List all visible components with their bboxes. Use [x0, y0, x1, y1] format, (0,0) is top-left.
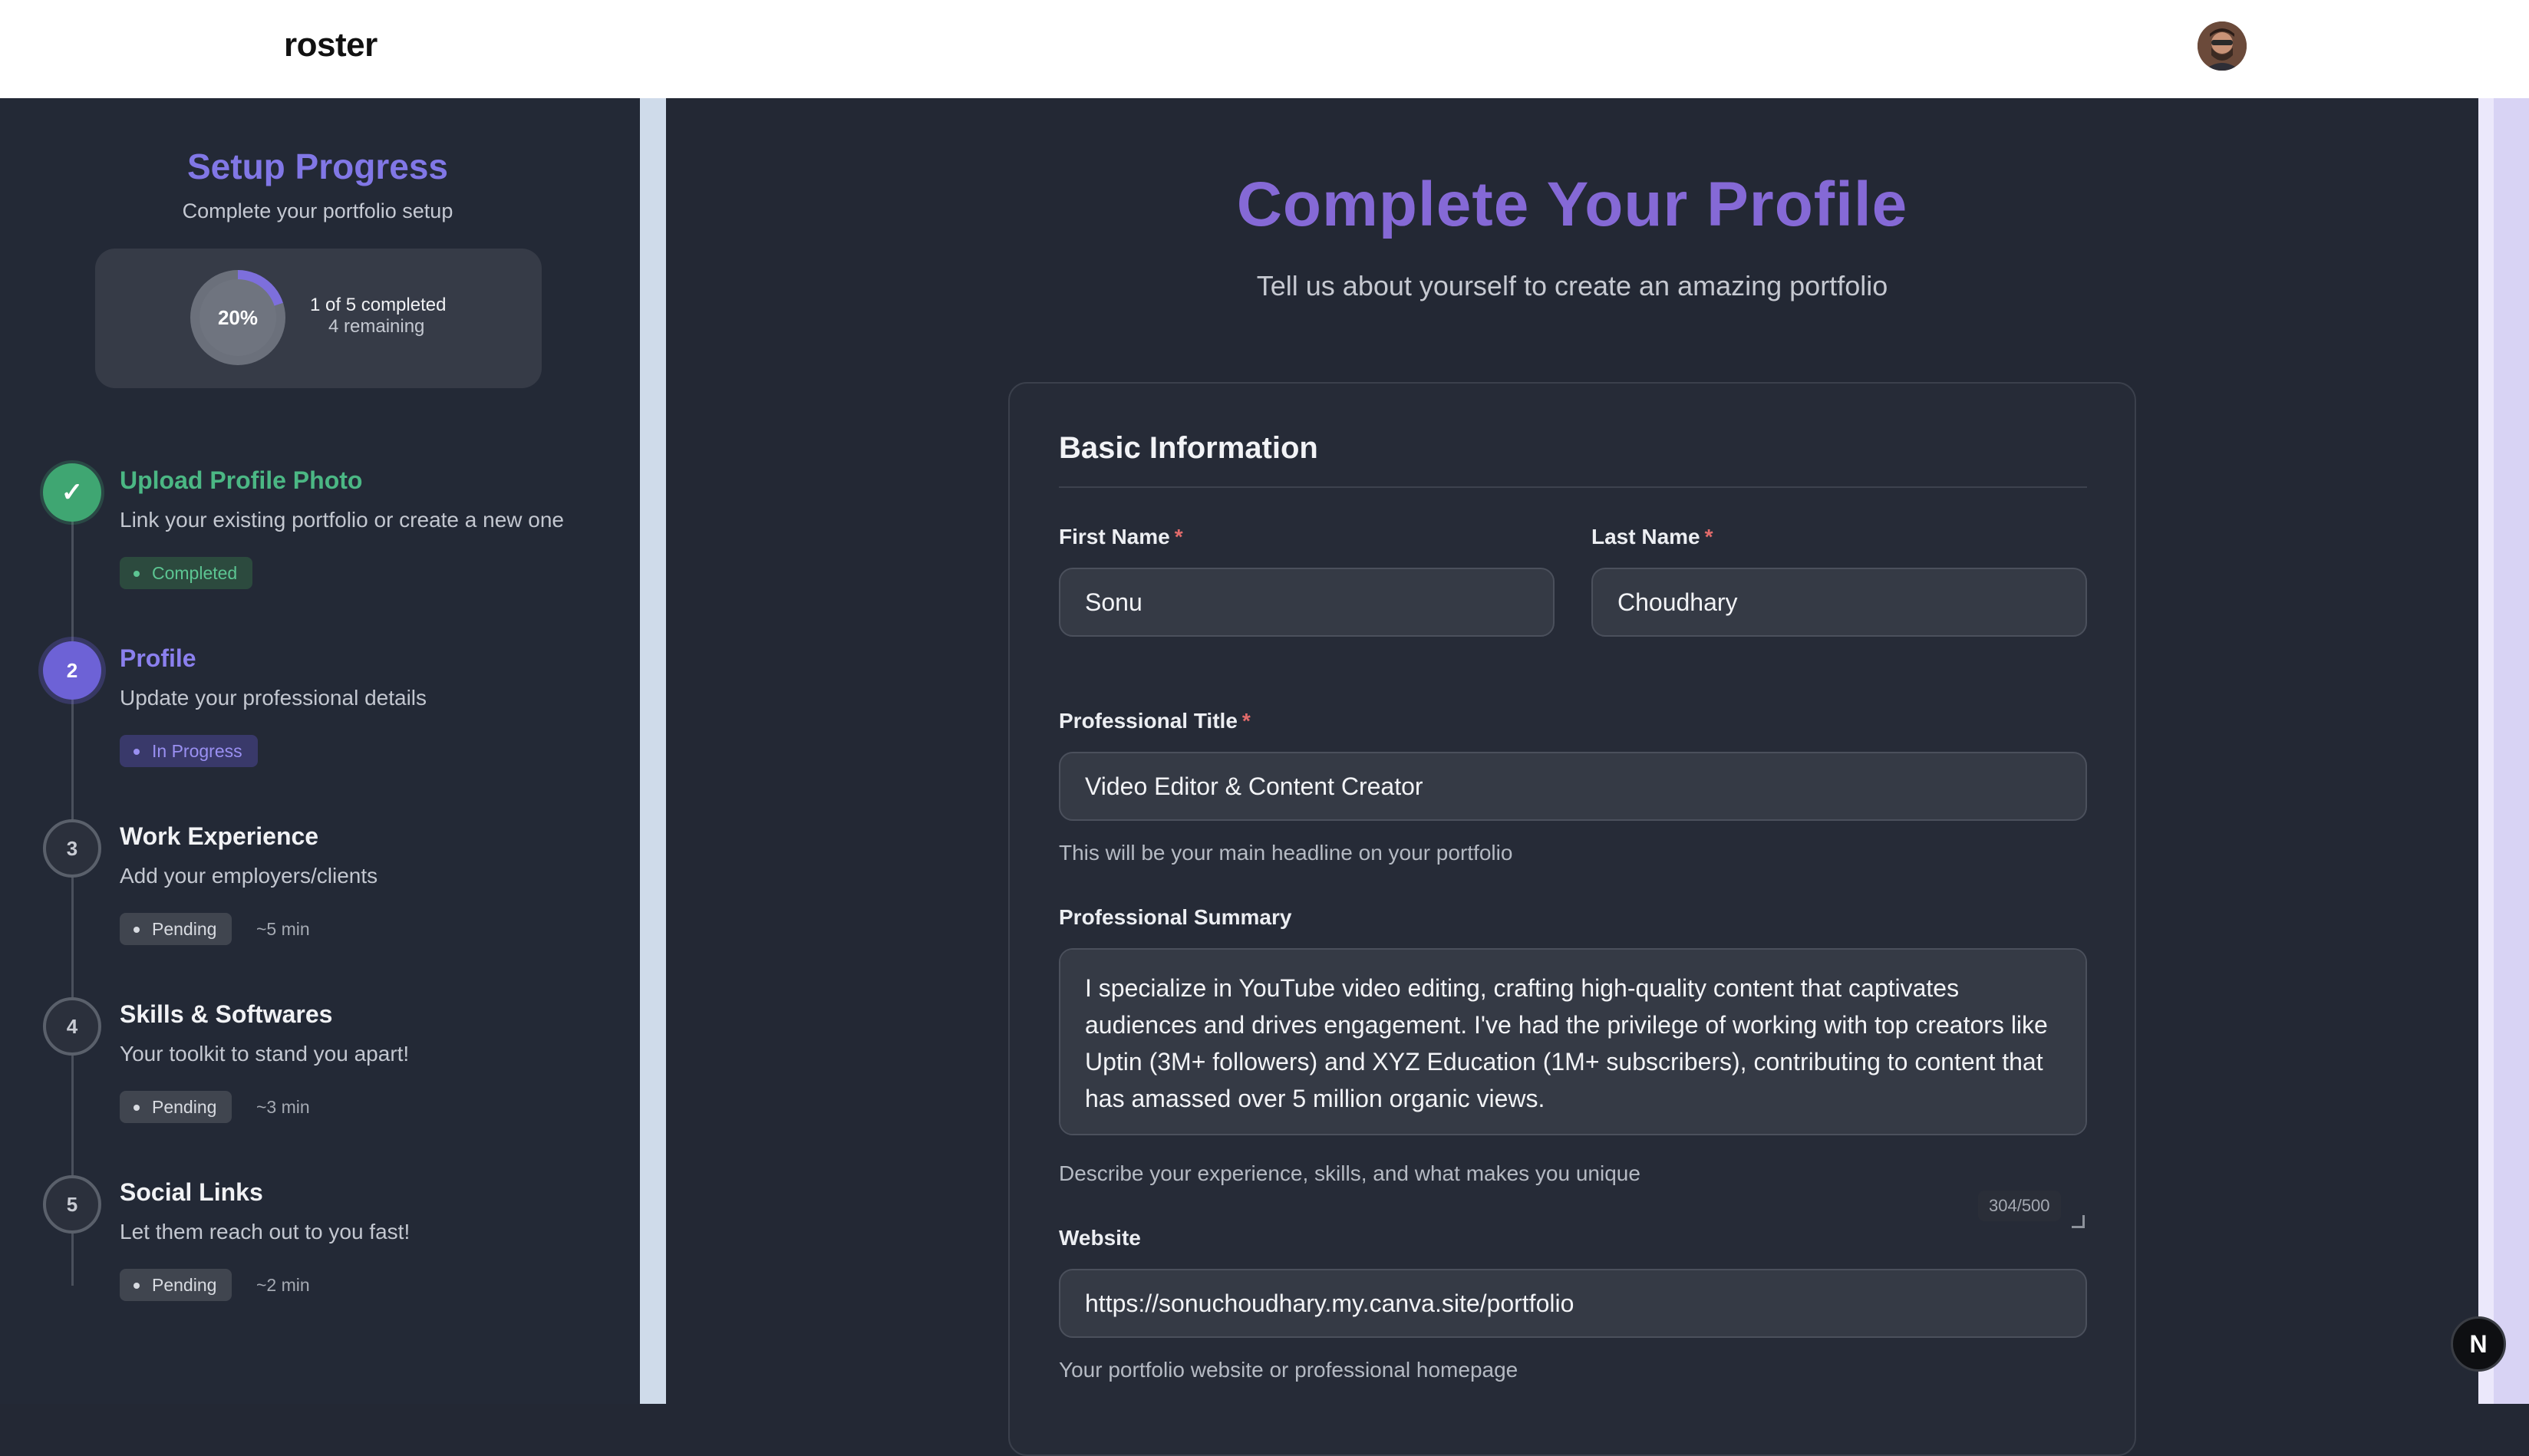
- step-skills-softwares[interactable]: 4 Skills & Softwares Your toolkit to sta…: [0, 997, 640, 1151]
- last-name-label-text: Last Name: [1591, 525, 1700, 548]
- progress-card: 20% 1 of 5 completed 4 remaining: [95, 249, 542, 388]
- step-description: Your toolkit to stand you apart!: [120, 1042, 410, 1066]
- last-name-label: Last Name *: [1591, 525, 1713, 549]
- step-number: 4: [43, 997, 101, 1056]
- floating-n-button[interactable]: N: [2451, 1316, 2506, 1372]
- step-social-links[interactable]: 5 Social Links Let them reach out to you…: [0, 1175, 640, 1329]
- first-name-field[interactable]: [1059, 568, 1555, 637]
- progress-remaining-text: 4 remaining: [328, 316, 425, 337]
- step-work-experience[interactable]: 3 Work Experience Add your employers/cli…: [0, 819, 640, 973]
- professional-summary-textarea[interactable]: I specialize in YouTube video editing, c…: [1059, 948, 2087, 1135]
- professional-title-label-text: Professional Title: [1059, 709, 1238, 733]
- step-description: Link your existing portfolio or create a…: [120, 508, 564, 532]
- step-description: Let them reach out to you fast!: [120, 1220, 411, 1244]
- check-icon: ✓: [43, 463, 101, 522]
- setup-progress-sidebar: Setup Progress Complete your portfolio s…: [0, 98, 640, 1404]
- professional-title-field[interactable]: [1059, 752, 2087, 821]
- section-title: Basic Information: [1059, 431, 1318, 465]
- step-title: Work Experience: [120, 822, 319, 850]
- step-number: 2: [43, 641, 101, 700]
- step-description: Add your employers/clients: [120, 864, 378, 888]
- page-subtitle: Tell us about yourself to create an amaz…: [1256, 270, 1888, 301]
- sidebar-scrollbar[interactable]: [640, 98, 666, 1404]
- step-title: Social Links: [120, 1178, 263, 1206]
- status-badge: Pending: [120, 1269, 232, 1301]
- step-number: 3: [43, 819, 101, 878]
- basic-information-card: Basic Information First Name* Last Name*…: [1008, 382, 2136, 1456]
- section-divider: [1059, 486, 2087, 488]
- character-counter: 304/500: [1978, 1191, 2061, 1221]
- status-badge: In Progress: [120, 735, 258, 767]
- avatar-image: [2198, 21, 2247, 71]
- step-eta: ~5 min: [256, 919, 310, 939]
- step-eta: ~2 min: [256, 1275, 310, 1295]
- professional-title-help: This will be your main headline on your …: [1059, 841, 1513, 865]
- resize-handle-icon[interactable]: [2072, 1215, 2085, 1228]
- top-bar: roster: [0, 0, 2529, 100]
- step-description: Update your professional details: [120, 686, 427, 710]
- professional-title-label: Professional Title *: [1059, 709, 1251, 733]
- progress-ring: 20%: [190, 270, 285, 365]
- step-title: Upload Profile Photo: [120, 466, 363, 494]
- page-scrollbar[interactable]: [2478, 98, 2529, 1404]
- progress-percent: 20%: [199, 279, 276, 356]
- app-logo[interactable]: roster: [284, 26, 378, 64]
- step-eta: ~3 min: [256, 1097, 310, 1117]
- professional-summary-label: Professional Summary: [1059, 905, 1292, 929]
- first-name-label-text: First Name: [1059, 525, 1170, 548]
- step-number: 5: [43, 1175, 101, 1234]
- progress-completed-text: 1 of 5 completed: [310, 295, 447, 315]
- step-title: Profile: [120, 644, 196, 672]
- first-name-label: First Name *: [1059, 525, 1183, 549]
- required-mark: *: [1174, 525, 1183, 548]
- required-mark: *: [1241, 709, 1251, 733]
- status-badge: Completed: [120, 557, 253, 589]
- required-mark: *: [1704, 525, 1713, 548]
- last-name-field[interactable]: [1591, 568, 2087, 637]
- status-badge: Pending: [120, 1091, 232, 1123]
- sidebar-title: Setup Progress: [187, 147, 448, 186]
- step-title: Skills & Softwares: [120, 1000, 333, 1028]
- page-title: Complete Your Profile: [1236, 170, 1908, 239]
- step-upload-profile-photo[interactable]: ✓ Upload Profile Photo Link your existin…: [0, 463, 640, 617]
- website-label: Website: [1059, 1226, 1141, 1250]
- website-field[interactable]: [1059, 1269, 2087, 1338]
- sidebar-subtitle: Complete your portfolio setup: [182, 199, 453, 222]
- user-avatar[interactable]: [2198, 21, 2247, 71]
- website-help: Your portfolio website or professional h…: [1059, 1358, 1518, 1382]
- professional-summary-help: Describe your experience, skills, and wh…: [1059, 1161, 1640, 1185]
- step-profile[interactable]: 2 Profile Update your professional detai…: [0, 641, 640, 795]
- status-badge: Pending: [120, 913, 232, 945]
- main-content: Complete Your Profile Tell us about your…: [666, 98, 2478, 1456]
